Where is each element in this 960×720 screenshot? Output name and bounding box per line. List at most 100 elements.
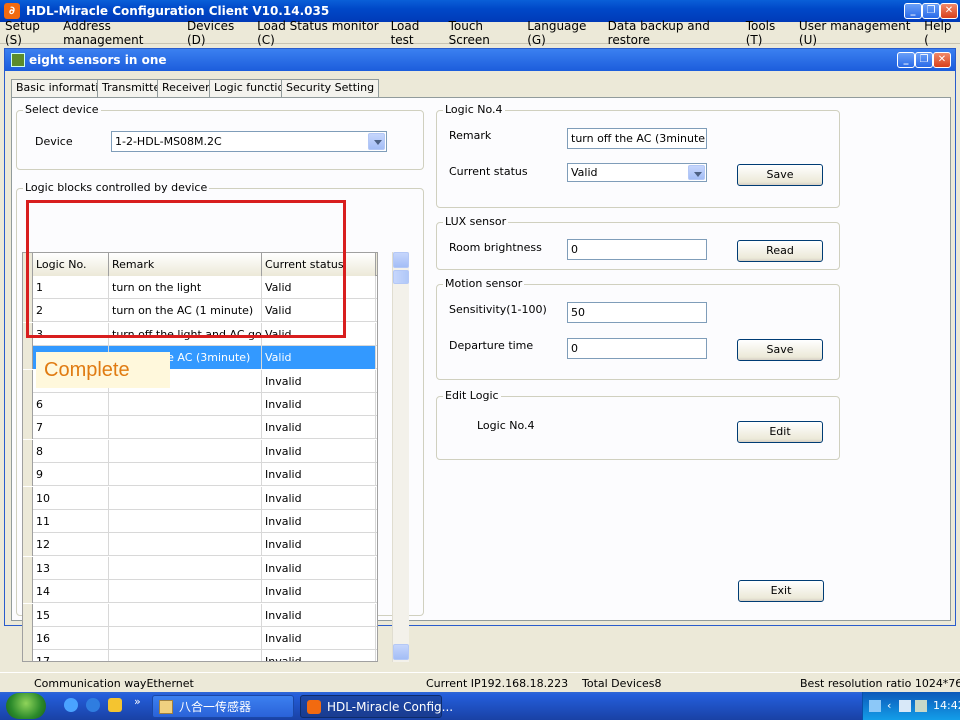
read-button[interactable]: Read <box>737 240 823 262</box>
table-row[interactable]: 17 Invalid <box>23 650 377 661</box>
quick-launch-more-icon[interactable]: » <box>134 695 141 708</box>
menu-language[interactable]: Language (G) <box>522 19 602 47</box>
cell-current-status[interactable]: Invalid <box>262 510 376 533</box>
table-row[interactable]: 14 Invalid <box>23 580 377 604</box>
row-header[interactable] <box>23 486 33 510</box>
cell-current-status[interactable]: Invalid <box>262 393 376 416</box>
menu-help[interactable]: Help ( <box>919 19 960 47</box>
menu-tools[interactable]: Tools (T) <box>741 19 794 47</box>
menu-load-status-monitor[interactable]: Load Status monitor (C) <box>252 19 386 47</box>
cell-logic-no[interactable]: 12 <box>33 533 109 557</box>
cell-current-status[interactable]: Invalid <box>262 439 376 463</box>
menu-devices[interactable]: Devices (D) <box>182 19 252 47</box>
cell-remark[interactable] <box>109 463 262 487</box>
departure-time-input[interactable]: 0 <box>567 338 707 359</box>
cell-remark[interactable] <box>109 627 262 650</box>
table-row[interactable]: 9 Invalid <box>23 463 377 487</box>
cell-logic-no[interactable]: 16 <box>33 627 109 650</box>
table-row[interactable]: 7 Invalid <box>23 416 377 440</box>
cell-current-status[interactable]: Invalid <box>262 627 376 650</box>
quick-launch-ie-icon[interactable] <box>64 698 78 712</box>
close-icon[interactable]: ✕ <box>940 3 958 19</box>
row-header[interactable] <box>23 603 33 627</box>
cell-logic-no[interactable]: 17 <box>33 650 109 661</box>
table-row[interactable]: 11 Invalid <box>23 510 377 533</box>
cell-current-status[interactable]: Invalid <box>262 369 376 393</box>
scroll-up-icon[interactable] <box>393 252 409 268</box>
ime-icon[interactable] <box>915 700 927 712</box>
scroll-down-icon[interactable] <box>393 644 409 660</box>
exit-button[interactable]: Exit <box>738 580 824 602</box>
start-button[interactable] <box>6 693 46 719</box>
row-header[interactable] <box>23 556 33 580</box>
cell-current-status[interactable]: Invalid <box>262 603 376 627</box>
row-header[interactable] <box>23 439 33 463</box>
row-header[interactable] <box>23 369 33 393</box>
cell-remark[interactable] <box>109 533 262 557</box>
quick-launch-browser-icon[interactable] <box>86 698 100 712</box>
table-row[interactable]: 13 Invalid <box>23 556 377 580</box>
cell-remark[interactable] <box>109 416 262 440</box>
motion-save-button[interactable]: Save <box>737 339 823 361</box>
cell-logic-no[interactable]: 13 <box>33 556 109 580</box>
tab-receiver[interactable]: Receiver <box>157 79 215 97</box>
cell-current-status[interactable]: Invalid <box>262 463 376 487</box>
child-restore-icon[interactable]: ❐ <box>915 52 933 68</box>
row-header[interactable] <box>23 650 33 661</box>
row-header[interactable] <box>23 533 33 557</box>
cell-remark[interactable] <box>109 486 262 510</box>
taskbar-item-sensor-folder[interactable]: 八合一传感器 <box>152 695 294 718</box>
cell-logic-no[interactable]: 11 <box>33 510 109 533</box>
quick-launch-qq-icon[interactable] <box>108 698 122 712</box>
current-status-select[interactable]: Valid <box>567 163 707 182</box>
menu-data-backup[interactable]: Data backup and restore <box>603 19 741 47</box>
child-close-icon[interactable]: ✕ <box>933 52 951 68</box>
network-icon[interactable] <box>869 700 881 712</box>
row-header[interactable] <box>23 346 33 370</box>
row-header[interactable] <box>23 463 33 487</box>
table-scrollbar[interactable] <box>392 252 409 662</box>
cell-logic-no[interactable]: 9 <box>33 463 109 487</box>
cell-remark[interactable] <box>109 393 262 416</box>
cell-current-status[interactable]: Invalid <box>262 533 376 557</box>
cell-remark[interactable] <box>109 650 262 661</box>
row-header[interactable] <box>23 393 33 416</box>
chevron-down-icon[interactable] <box>368 133 385 150</box>
menu-load-test[interactable]: Load test <box>386 19 444 47</box>
cell-logic-no[interactable]: 6 <box>33 393 109 416</box>
cell-current-status[interactable]: Invalid <box>262 416 376 440</box>
table-row[interactable]: 10 Invalid <box>23 486 377 510</box>
logic-save-button[interactable]: Save <box>737 164 823 186</box>
taskbar-item-hdl-miracle[interactable]: HDL-Miracle Config... <box>300 695 453 718</box>
device-select[interactable]: 1-2-HDL-MS08M.2C <box>111 131 387 152</box>
menu-address-management[interactable]: Address management <box>58 19 182 47</box>
row-header[interactable] <box>23 627 33 650</box>
table-row[interactable]: 15 Invalid <box>23 603 377 627</box>
cell-remark[interactable] <box>109 603 262 627</box>
edit-button[interactable]: Edit <box>737 421 823 443</box>
room-brightness-field[interactable]: 0 <box>567 239 707 260</box>
table-row[interactable]: 8 Invalid <box>23 439 377 463</box>
cell-logic-no[interactable]: 10 <box>33 486 109 510</box>
table-row[interactable]: 6 Invalid <box>23 393 377 416</box>
cell-logic-no[interactable]: 15 <box>33 603 109 627</box>
row-header[interactable] <box>23 416 33 440</box>
tray-expand-icon[interactable]: ‹ <box>887 692 891 720</box>
cell-current-status[interactable]: Invalid <box>262 486 376 510</box>
cell-logic-no[interactable]: 14 <box>33 580 109 604</box>
cell-logic-no[interactable]: 8 <box>33 439 109 463</box>
cell-logic-no[interactable]: 7 <box>33 416 109 440</box>
restore-icon[interactable]: ❐ <box>922 3 940 19</box>
cell-remark[interactable] <box>109 439 262 463</box>
cell-remark[interactable] <box>109 510 262 533</box>
row-header[interactable] <box>23 510 33 533</box>
cell-current-status[interactable]: Invalid <box>262 556 376 580</box>
row-header[interactable] <box>23 580 33 604</box>
sensitivity-input[interactable]: 50 <box>567 302 707 323</box>
menu-setup[interactable]: Setup (S) <box>0 19 58 47</box>
minimize-icon[interactable]: _ <box>904 3 922 19</box>
chevron-down-icon[interactable] <box>688 165 705 180</box>
remark-input[interactable]: turn off the AC (3minute) <box>567 128 707 149</box>
cell-current-status[interactable]: Invalid <box>262 580 376 604</box>
table-row[interactable]: 16 Invalid <box>23 627 377 650</box>
